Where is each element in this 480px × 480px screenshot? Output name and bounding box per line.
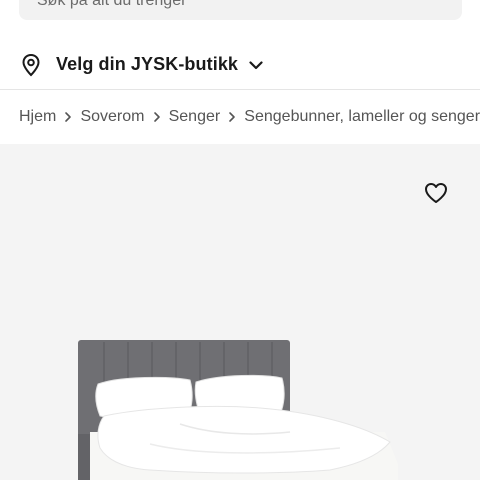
location-pin-icon — [21, 53, 41, 77]
chevron-right-icon — [220, 111, 244, 123]
breadcrumb-item-senger[interactable]: Senger — [169, 108, 221, 126]
store-selector-label: Velg din JYSK-butikk — [56, 54, 239, 74]
chevron-down-icon — [248, 57, 264, 73]
product-image-bed — [78, 340, 398, 480]
product-image-area — [0, 144, 480, 480]
breadcrumb-item-soverom[interactable]: Soverom — [80, 108, 144, 126]
chevron-right-icon — [56, 111, 80, 123]
store-selector[interactable]: Velg din JYSK-butikk — [0, 40, 480, 89]
search-bar: Søk på alt du trenger — [0, 0, 480, 40]
breadcrumb-item-home[interactable]: Hjem — [19, 108, 56, 126]
breadcrumb: Hjem Soverom Senger Sengebunner, lamelle… — [0, 90, 480, 144]
search-field[interactable]: Søk på alt du trenger — [19, 0, 462, 20]
breadcrumb-item-sengebunner[interactable]: Sengebunner, lameller og senger — [244, 108, 480, 126]
search-placeholder: Søk på alt du trenger — [37, 0, 187, 9]
heart-icon[interactable] — [423, 180, 449, 206]
chevron-right-icon — [144, 111, 168, 123]
